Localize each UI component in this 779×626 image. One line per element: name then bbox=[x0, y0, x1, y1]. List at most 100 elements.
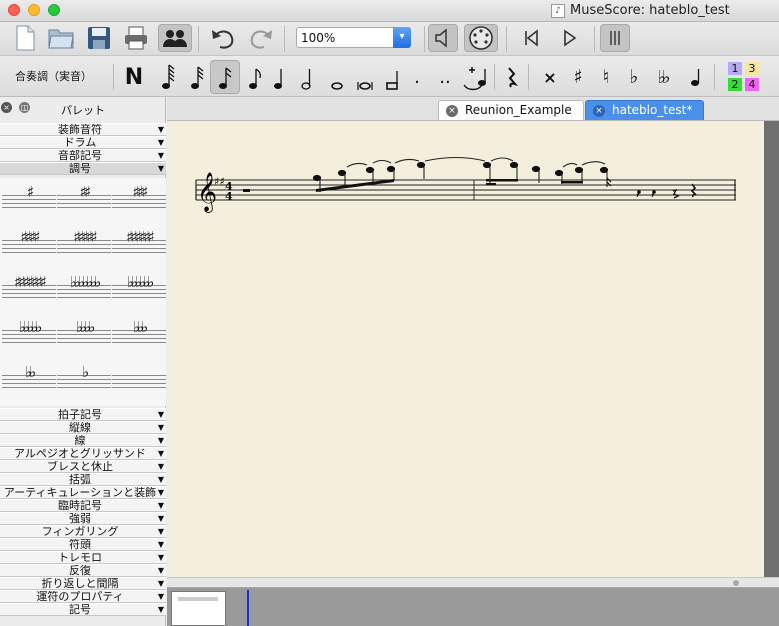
score-navigator[interactable] bbox=[167, 588, 779, 626]
open-file-icon[interactable] bbox=[46, 24, 76, 52]
palette-section-bottom-5[interactable]: 括弧 ▼ bbox=[0, 473, 166, 486]
zoom-select[interactable]: 100% ▾ bbox=[296, 27, 411, 48]
loop-icon[interactable] bbox=[600, 24, 630, 52]
chevron-down-icon[interactable]: ▾ bbox=[393, 27, 411, 48]
palette-section-bottom-9[interactable]: フィンガリング ▼ bbox=[0, 525, 166, 538]
voice-2-button[interactable]: 2 bbox=[728, 78, 742, 91]
rest-icon[interactable] bbox=[496, 60, 526, 94]
key-signature-cell[interactable]: ♭♭♭ bbox=[112, 315, 166, 359]
palette-section-top-1[interactable]: ドラム ▼ bbox=[0, 136, 166, 149]
chevron-down-icon[interactable]: ▼ bbox=[158, 552, 164, 563]
augmentation-dot-button[interactable]: . bbox=[402, 60, 432, 94]
undo-icon[interactable] bbox=[208, 24, 238, 52]
rewind-icon[interactable] bbox=[516, 24, 546, 52]
speaker-icon[interactable] bbox=[428, 24, 458, 52]
key-signature-cell[interactable]: ♭♭ bbox=[2, 360, 56, 404]
palette-section-bottom-0[interactable]: 拍子記号 ▼ bbox=[0, 408, 166, 421]
palette-section-bottom-11[interactable]: トレモロ ▼ bbox=[0, 551, 166, 564]
key-signature-cell[interactable]: ♭♭♭♭♭♭♭ bbox=[57, 270, 111, 314]
key-signature-cell[interactable]: ♭♭♭♭♭♭ bbox=[112, 270, 166, 314]
redo-icon[interactable] bbox=[246, 24, 276, 52]
half-note-icon[interactable] bbox=[292, 60, 322, 94]
flip-direction-icon[interactable] bbox=[681, 60, 711, 94]
tab-reunion-example[interactable]: × Reunion_Example bbox=[438, 100, 584, 120]
chevron-down-icon[interactable]: ▼ bbox=[158, 137, 164, 148]
voice-1-button[interactable]: 1 bbox=[728, 62, 742, 75]
32nd-note-icon[interactable] bbox=[182, 60, 212, 94]
close-tab-icon[interactable]: × bbox=[593, 105, 605, 117]
64th-note-icon[interactable] bbox=[153, 60, 183, 94]
new-file-icon[interactable] bbox=[10, 24, 40, 52]
palette-section-top-3[interactable]: 調号 ▼ bbox=[0, 162, 166, 175]
palette-section-bottom-4[interactable]: ブレスと休止 ▼ bbox=[0, 460, 166, 473]
chevron-down-icon[interactable]: ▼ bbox=[158, 526, 164, 537]
key-signature-cell[interactable]: ♯ bbox=[2, 180, 56, 224]
flat-icon[interactable]: ♭ bbox=[619, 60, 649, 94]
key-signature-cell[interactable] bbox=[112, 360, 166, 404]
close-tab-icon[interactable]: × bbox=[446, 105, 458, 117]
breve-note-icon[interactable] bbox=[350, 60, 380, 94]
chevron-down-icon[interactable]: ▼ bbox=[158, 578, 164, 589]
score-canvas[interactable]: 𝄞 ♯♯ 4 4 bbox=[167, 121, 764, 577]
save-icon[interactable] bbox=[84, 24, 114, 52]
palette-section-top-0[interactable]: 装飾音符 ▼ bbox=[0, 123, 166, 136]
print-icon[interactable] bbox=[121, 24, 151, 52]
double-dot-button[interactable]: .. bbox=[430, 60, 460, 94]
chevron-down-icon[interactable]: ▼ bbox=[158, 565, 164, 576]
zoom-window-button[interactable] bbox=[48, 4, 60, 16]
chevron-down-icon[interactable]: ▼ bbox=[158, 150, 164, 161]
chevron-down-icon[interactable]: ▼ bbox=[158, 435, 164, 446]
palette-section-bottom-8[interactable]: 強弱 ▼ bbox=[0, 512, 166, 525]
palette-section-bottom-3[interactable]: アルペジオとグリッサンド ▼ bbox=[0, 447, 166, 460]
note-input-mode-button[interactable]: N bbox=[119, 60, 149, 94]
voice-3-button[interactable]: 3 bbox=[745, 62, 759, 75]
splitter-grip-icon[interactable] bbox=[733, 580, 739, 586]
key-signature-cell[interactable]: ♯♯♯ bbox=[112, 180, 166, 224]
palette-section-bottom-10[interactable]: 符頭 ▼ bbox=[0, 538, 166, 551]
chevron-down-icon[interactable]: ▼ bbox=[158, 591, 164, 602]
chevron-down-icon[interactable]: ▼ bbox=[158, 409, 164, 420]
key-signature-cell[interactable]: ♯♯ bbox=[57, 180, 111, 224]
palette-section-bottom-1[interactable]: 縦線 ▼ bbox=[0, 421, 166, 434]
palette-section-bottom-6[interactable]: アーティキュレーションと装飾 ▼ bbox=[0, 486, 166, 499]
navigator-page-thumbnail[interactable] bbox=[171, 591, 226, 626]
float-icon[interactable]: ◫ bbox=[19, 102, 30, 113]
tab-hateblo-test[interactable]: × hateblo_test* bbox=[585, 100, 704, 120]
chevron-down-icon[interactable]: ▼ bbox=[158, 539, 164, 550]
concert-pitch-button[interactable]: 合奏調（実音） bbox=[15, 68, 92, 84]
chevron-down-icon[interactable]: ▼ bbox=[158, 448, 164, 459]
chevron-down-icon[interactable]: ▼ bbox=[158, 461, 164, 472]
palette-section-bottom-14[interactable]: 運符のプロパティ ▼ bbox=[0, 590, 166, 603]
palette-section-bottom-7[interactable]: 臨時記号 ▼ bbox=[0, 499, 166, 512]
chevron-down-icon[interactable]: ▼ bbox=[158, 604, 164, 615]
close-icon[interactable]: × bbox=[1, 102, 12, 113]
chevron-down-icon[interactable]: ▼ bbox=[158, 513, 164, 524]
chevron-down-icon[interactable]: ▼ bbox=[158, 474, 164, 485]
play-icon[interactable] bbox=[554, 24, 584, 52]
key-signature-cell[interactable]: ♯♯♯♯♯♯♯ bbox=[2, 270, 56, 314]
tie-icon[interactable] bbox=[460, 60, 490, 94]
double-sharp-icon[interactable]: × bbox=[535, 60, 565, 94]
chevron-down-icon[interactable]: ▼ bbox=[158, 124, 164, 135]
chevron-down-icon[interactable]: ▼ bbox=[158, 500, 164, 511]
chevron-down-icon[interactable]: ▼ bbox=[158, 163, 164, 174]
palette-section-top-2[interactable]: 音部記号 ▼ bbox=[0, 149, 166, 162]
palette-section-bottom-12[interactable]: 反復 ▼ bbox=[0, 564, 166, 577]
palette-section-bottom-15[interactable]: 記号 ▼ bbox=[0, 603, 166, 616]
key-signature-cell[interactable]: ♭ bbox=[57, 360, 111, 404]
splitter-handle[interactable] bbox=[167, 577, 779, 588]
navigator-viewport-indicator[interactable] bbox=[247, 590, 249, 626]
natural-icon[interactable]: ♮ bbox=[591, 60, 621, 94]
key-signature-cell[interactable]: ♭♭♭♭ bbox=[57, 315, 111, 359]
key-signature-cell[interactable]: ♯♯♯♯♯ bbox=[57, 225, 111, 269]
key-signature-cell[interactable]: ♭♭♭♭♭ bbox=[2, 315, 56, 359]
quarter-note-icon[interactable] bbox=[264, 60, 294, 94]
voice-4-button[interactable]: 4 bbox=[745, 78, 759, 91]
chevron-down-icon[interactable]: ▼ bbox=[158, 487, 164, 498]
chevron-down-icon[interactable]: ▼ bbox=[158, 422, 164, 433]
close-window-button[interactable] bbox=[8, 4, 20, 16]
midi-input-icon[interactable] bbox=[464, 24, 498, 52]
16th-note-icon[interactable] bbox=[210, 60, 240, 94]
palette-section-bottom-13[interactable]: 折り返しと間隔 ▼ bbox=[0, 577, 166, 590]
palette-section-bottom-2[interactable]: 線 ▼ bbox=[0, 434, 166, 447]
